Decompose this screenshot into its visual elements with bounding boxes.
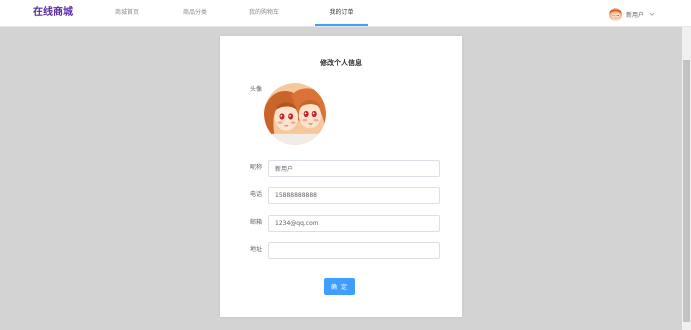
page-scrollbar[interactable] (682, 27, 691, 330)
top-navbar: 在线商城 商城首页 商品分类 我的购物车 我的订单 新用户 (0, 0, 691, 27)
phone-input[interactable] (268, 187, 440, 204)
email-input[interactable] (268, 215, 440, 232)
address-label: 地址 (250, 246, 263, 253)
user-menu[interactable]: 新用户 (609, 7, 655, 21)
address-input[interactable] (268, 242, 440, 259)
confirm-button[interactable]: 确 定 (324, 278, 355, 295)
user-avatar-icon[interactable] (609, 7, 622, 21)
nickname-input[interactable] (268, 160, 440, 177)
phone-label: 电话 (250, 191, 263, 198)
page: 在线商城 商城首页 商品分类 我的购物车 我的订单 新用户 修改个人信息 头像 … (0, 0, 691, 330)
avatar-label: 头像 (250, 86, 263, 93)
nav-item-cart[interactable]: 我的购物车 (245, 0, 283, 26)
nav-item-categories[interactable]: 商品分类 (176, 0, 214, 26)
nickname-label: 昵称 (250, 164, 263, 171)
email-label: 邮箱 (250, 219, 263, 226)
brand-logo[interactable]: 在线商城 (33, 7, 73, 19)
user-name[interactable]: 新用户 (626, 10, 644, 19)
nav-item-orders[interactable]: 我的订单 (315, 0, 368, 26)
nav-item-home[interactable]: 商城首页 (108, 0, 146, 26)
scrollbar-thumb[interactable] (683, 60, 690, 322)
profile-avatar-image[interactable] (264, 83, 326, 145)
profile-card: 修改个人信息 头像 昵称 新用户 电话 15888888888 邮箱 1234@… (220, 36, 462, 317)
page-title: 修改个人信息 (320, 59, 362, 67)
chevron-down-icon[interactable] (649, 11, 655, 17)
